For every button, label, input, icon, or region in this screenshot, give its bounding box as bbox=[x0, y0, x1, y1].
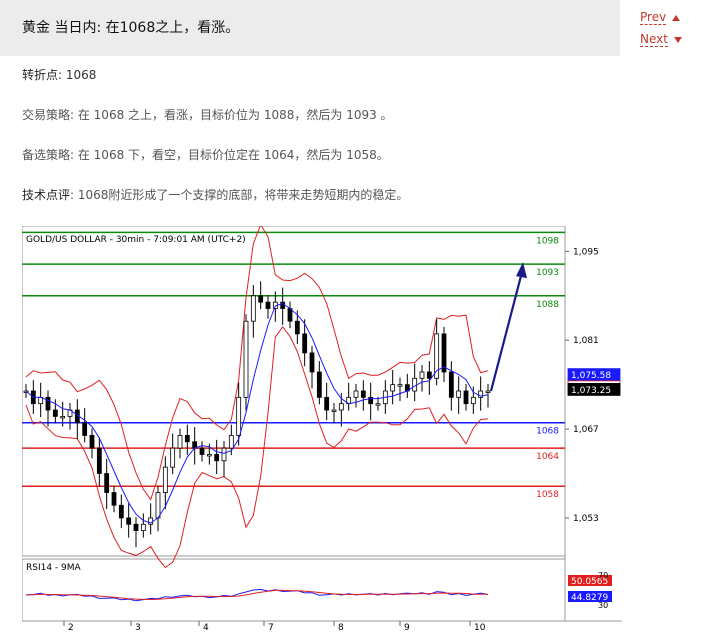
prev-link[interactable]: Prev bbox=[640, 10, 681, 25]
candle bbox=[360, 390, 366, 398]
candle bbox=[265, 301, 271, 309]
candle bbox=[236, 396, 242, 436]
candle bbox=[162, 466, 168, 493]
candle bbox=[419, 371, 425, 379]
candle bbox=[96, 447, 102, 474]
pivot-label: 转折点: bbox=[22, 68, 63, 82]
candle bbox=[60, 415, 66, 419]
x-tick-label: 2 bbox=[68, 623, 74, 633]
x-tick-label: 9 bbox=[404, 623, 410, 633]
level-label: 1093 bbox=[536, 268, 559, 278]
candle bbox=[45, 396, 51, 411]
candle bbox=[126, 517, 132, 525]
candle bbox=[397, 384, 403, 387]
candle bbox=[302, 333, 308, 354]
alternative-label: 备选策略: bbox=[22, 148, 75, 162]
candle bbox=[448, 371, 454, 398]
candle bbox=[214, 454, 220, 462]
candle bbox=[221, 447, 227, 462]
x-tick-label: 3 bbox=[135, 623, 141, 633]
candle bbox=[111, 492, 117, 506]
candle bbox=[228, 435, 234, 449]
candle bbox=[52, 409, 58, 417]
candle bbox=[170, 447, 176, 468]
price-tag-label: 1,075.58 bbox=[571, 371, 611, 381]
level-label: 1098 bbox=[536, 236, 559, 246]
article-header: 黄金 当日内: 在1068之上，看涨。 bbox=[0, 0, 620, 56]
comment-label: 技术点评 bbox=[22, 188, 71, 202]
candle bbox=[375, 403, 381, 406]
caret-up-icon bbox=[672, 14, 681, 21]
candle bbox=[140, 523, 146, 532]
next-link[interactable]: Next bbox=[640, 32, 682, 47]
candle bbox=[133, 523, 139, 532]
next-label: Next bbox=[640, 32, 668, 47]
chart-title: GOLD/US DOLLAR - 30min - 7:09:01 AM (UTC… bbox=[26, 235, 246, 245]
alternative-line: 备选策略: 在 1068 下，看空，目标价位定在 1064，然后为 1058。 bbox=[22, 146, 389, 163]
page-title: 黄金 当日内: 在1068之上，看涨。 bbox=[22, 20, 240, 36]
x-tick-label: 7 bbox=[268, 623, 274, 633]
candle bbox=[184, 435, 190, 443]
candle bbox=[155, 492, 161, 519]
candle bbox=[118, 504, 124, 519]
level-label: 1088 bbox=[536, 300, 559, 310]
candle bbox=[309, 352, 315, 373]
price-tag-label: 1,073.25 bbox=[571, 386, 611, 396]
price-tags: 1,075.581,073.651,073.25 bbox=[567, 368, 621, 396]
candle bbox=[243, 320, 249, 398]
rsi-title: RSI14 - 9MA bbox=[26, 563, 82, 573]
candle bbox=[104, 473, 110, 493]
price-chart: GOLD/US DOLLAR - 30min - 7:09:01 AM (UTC… bbox=[22, 226, 622, 634]
level-label: 1068 bbox=[536, 427, 559, 437]
rsi-tick-70: 70 bbox=[598, 571, 608, 580]
candle bbox=[426, 371, 432, 379]
y-tick-label: 1,095 bbox=[573, 247, 599, 257]
rsi-tick-30: 30 bbox=[598, 601, 608, 610]
candle bbox=[258, 295, 264, 303]
candle bbox=[294, 320, 300, 335]
strategy-line: 交易策略: 在 1068 之上，看涨，目标价位为 1088，然后为 1093 。 bbox=[22, 106, 393, 123]
candle bbox=[434, 333, 440, 379]
prev-label: Prev bbox=[640, 10, 667, 25]
y-tick-label: 1,053 bbox=[573, 514, 599, 524]
candle bbox=[390, 384, 396, 392]
candle bbox=[456, 390, 462, 398]
comment-line: 技术点评: 1068附近形成了一个支撑的底部，将带来走势短期内的稳定。 bbox=[22, 186, 408, 203]
candle bbox=[206, 454, 212, 457]
candle bbox=[324, 396, 330, 411]
y-tick-label: 1,081 bbox=[573, 336, 599, 346]
level-label: 1058 bbox=[536, 490, 559, 500]
level-label: 1064 bbox=[536, 452, 559, 462]
candle bbox=[82, 422, 88, 436]
candle bbox=[485, 390, 491, 393]
candle bbox=[338, 403, 344, 411]
pivot-line: 转折点: 1068 bbox=[22, 66, 96, 83]
strategy-value: 在 1068 之上，看涨，目标价位为 1088，然后为 1093 。 bbox=[74, 108, 393, 122]
candle bbox=[199, 447, 205, 455]
candle bbox=[287, 308, 293, 322]
candle bbox=[177, 435, 183, 449]
x-tick-label: 4 bbox=[203, 623, 209, 633]
candle bbox=[353, 390, 359, 398]
candle bbox=[250, 295, 256, 322]
x-tick-label: 8 bbox=[338, 623, 344, 633]
alternative-value: 在 1068 下，看空，目标价位定在 1064，然后为 1058。 bbox=[74, 148, 389, 162]
candle bbox=[89, 435, 95, 449]
strategy-label: 交易策略: bbox=[22, 108, 75, 122]
candle bbox=[331, 409, 337, 412]
x-tick-label: 10 bbox=[474, 623, 486, 633]
candle bbox=[441, 333, 447, 373]
candle bbox=[470, 396, 476, 405]
caret-down-icon bbox=[673, 36, 682, 43]
candle bbox=[316, 371, 322, 398]
y-tick-label: 1,067 bbox=[573, 425, 599, 435]
candle bbox=[463, 390, 469, 405]
comment-value: : 1068附近形成了一个支撑的底部，将带来走势短期内的稳定。 bbox=[70, 188, 409, 202]
pivot-value: 1068 bbox=[62, 68, 97, 82]
